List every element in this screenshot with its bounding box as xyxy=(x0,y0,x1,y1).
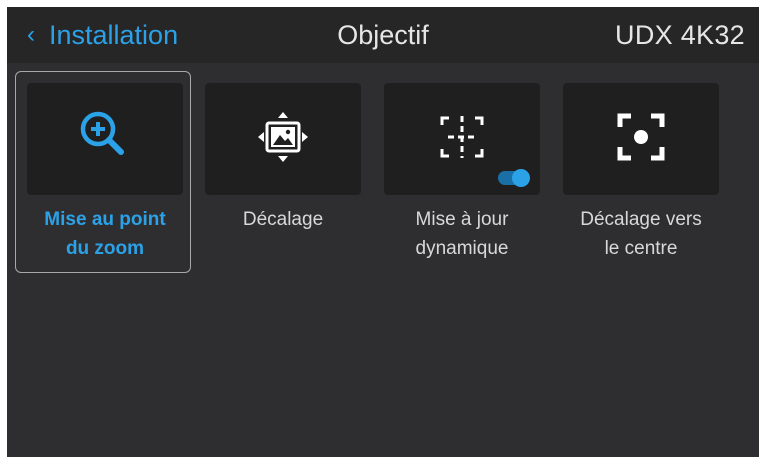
tile-label: Décalage vers le centre xyxy=(580,209,702,259)
dynamic-update-toggle[interactable] xyxy=(498,169,530,187)
lens-shift-icon xyxy=(248,102,318,177)
tile-icon-box xyxy=(563,83,719,195)
back-label: Installation xyxy=(49,19,179,50)
tile-icon-box xyxy=(27,83,183,195)
zoom-focus-icon xyxy=(70,102,140,177)
device-model: UDX 4K32 xyxy=(615,20,745,50)
toggle-knob xyxy=(512,169,530,187)
header-bar: ‹ Installation Objectif UDX 4K32 xyxy=(7,7,759,63)
back-button[interactable]: ‹ Installation xyxy=(27,17,178,53)
tile-icon-box xyxy=(384,83,540,195)
chevron-left-icon: ‹ xyxy=(27,21,35,48)
tile-label: Mise au point du zoom xyxy=(44,209,166,259)
dynamic-update-icon xyxy=(427,102,497,177)
tile-icon-box xyxy=(205,83,361,195)
shift-to-center-icon xyxy=(606,102,676,177)
lens-screen: ‹ Installation Objectif UDX 4K32 Mise au… xyxy=(7,7,759,457)
tile-label: Décalage xyxy=(242,209,324,230)
tile-label: Mise à jour dynamique xyxy=(415,209,509,259)
